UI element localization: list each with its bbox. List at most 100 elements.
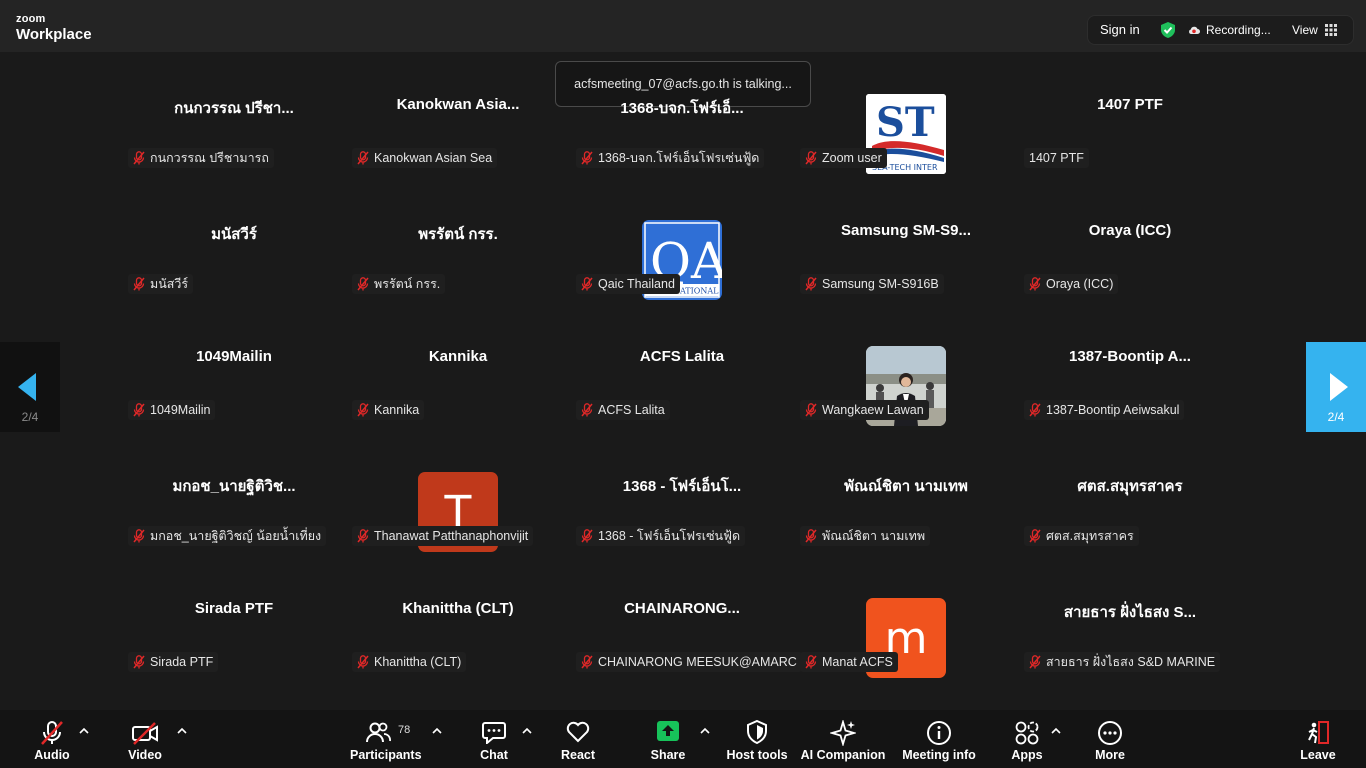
react-button[interactable]: React: [552, 710, 604, 768]
security-shield-icon[interactable]: [1159, 21, 1177, 39]
muted-mic-icon: [805, 655, 817, 669]
muted-mic-icon: [805, 403, 817, 417]
muted-mic-icon: [357, 151, 369, 165]
microphone-muted-icon: [41, 721, 63, 745]
muted-mic-icon: [1029, 529, 1041, 543]
participant-tile[interactable]: Samsung SM-S9... Samsung SM-S916B: [794, 198, 1018, 324]
more-label: More: [1095, 748, 1125, 762]
participant-name-tag: Sirada PTF: [128, 652, 219, 672]
meeting-info-button[interactable]: Meeting info: [900, 710, 978, 768]
participant-name: Samsung SM-S916B: [822, 277, 939, 291]
participant-tile[interactable]: 1407 PTF 1407 PTF: [1018, 72, 1242, 198]
participant-tile[interactable]: Khanittha (CLT) Khanittha (CLT): [346, 576, 570, 702]
participant-name-tag: พรรัตน์ กรร.: [352, 274, 446, 294]
participant-tile[interactable]: QA INTERNATIONAL Qaic Thailand: [570, 198, 794, 324]
video-label: Video: [128, 748, 162, 762]
participant-name: พัณณ์ชิตา นามเทพ: [822, 529, 926, 543]
leave-button[interactable]: Leave: [1294, 710, 1342, 768]
muted-mic-icon: [805, 277, 817, 291]
participants-button[interactable]: Participants: [350, 710, 422, 768]
sign-in-button[interactable]: Sign in: [1100, 16, 1140, 44]
video-off-icon: [132, 722, 158, 745]
participant-tile[interactable]: พัณณ์ชิตา นามเทพ พัณณ์ชิตา นามเทพ: [794, 450, 1018, 576]
participant-tile[interactable]: Kannika Kannika: [346, 324, 570, 450]
participant-tile[interactable]: กนกวรรณ ปรีชา... กนกวรรณ ปรีชามารถ: [122, 72, 346, 198]
view-button[interactable]: View: [1292, 16, 1318, 44]
previous-page-button[interactable]: 2/4: [0, 342, 60, 432]
participant-display-name: 1407 PTF: [1097, 96, 1163, 113]
participant-name: 1407 PTF: [1029, 151, 1084, 165]
audio-options-chevron-icon[interactable]: [79, 727, 89, 735]
more-dots-icon: [1098, 721, 1122, 745]
audio-label: Audio: [34, 748, 70, 762]
muted-mic-icon: [133, 403, 145, 417]
participant-name: Manat ACFS: [822, 655, 893, 669]
apps-icon: [1015, 721, 1039, 745]
participant-tile[interactable]: Wangkaew Lawan: [794, 324, 1018, 450]
participant-name-tag: Kanokwan Asian Sea: [352, 148, 498, 168]
participant-tile[interactable]: สายธาร ฝั่งไธสง S... สายธาร ฝั่งไธสง S&D …: [1018, 576, 1242, 702]
participant-tile[interactable]: ศตส.สมุทรสาคร ศตส.สมุทรสาคร: [1018, 450, 1242, 576]
audio-button[interactable]: Audio: [22, 710, 82, 768]
video-options-chevron-icon[interactable]: [177, 727, 187, 735]
apps-button[interactable]: Apps: [1003, 710, 1051, 768]
participant-name: 1049Mailin: [150, 403, 211, 417]
participant-tile[interactable]: Oraya (ICC) Oraya (ICC): [1018, 198, 1242, 324]
participant-tile[interactable]: 1049Mailin 1049Mailin: [122, 324, 346, 450]
participant-display-name: 1368 - โฟร์เอ็นโ...: [622, 478, 742, 495]
participant-display-name: CHAINARONG...: [624, 600, 740, 617]
participant-display-name: Khanittha (CLT): [402, 600, 514, 617]
muted-mic-icon: [805, 529, 817, 543]
participant-tile[interactable]: มนัสวีร์ มนัสวีร์: [122, 198, 346, 324]
recording-status[interactable]: Recording...: [1206, 16, 1271, 44]
participant-tile[interactable]: CHAINARONG... CHAINARONG MEESUK@AMARC: [570, 576, 802, 702]
participant-name: Kanokwan Asian Sea: [374, 151, 493, 165]
muted-mic-icon: [1029, 277, 1041, 291]
participant-name: ACFS Lalita: [598, 403, 665, 417]
participant-name-tag: Thanawat Patthanaphonvijit: [352, 526, 534, 546]
host-tools-button[interactable]: Host tools: [725, 710, 789, 768]
participant-name-tag: กนกวรรณ ปรีชามารถ: [128, 148, 274, 168]
apps-options-chevron-icon[interactable]: [1051, 727, 1061, 735]
brand-large: Workplace: [16, 26, 92, 43]
chat-button[interactable]: Chat: [468, 710, 520, 768]
share-options-chevron-icon[interactable]: [700, 727, 710, 735]
participant-name: ศตส.สมุทรสาคร: [1046, 529, 1134, 543]
participant-name: Kannika: [374, 403, 420, 417]
participant-tile[interactable]: มกอช_นายฐิติวิช... มกอช_นายฐิติวิชญ์ น้อย…: [122, 450, 346, 576]
chat-options-chevron-icon[interactable]: [522, 727, 532, 735]
more-button[interactable]: More: [1086, 710, 1134, 768]
share-button[interactable]: Share: [642, 710, 694, 768]
muted-mic-icon: [1029, 403, 1041, 417]
video-button[interactable]: Video: [115, 710, 175, 768]
participant-name: 1368-บจก.โฟร์เอ็นโฟรเซ่นฟู้ด: [598, 151, 760, 165]
participant-tile[interactable]: ACFS Lalita ACFS Lalita: [570, 324, 794, 450]
participant-display-name: Sirada PTF: [194, 600, 274, 617]
participant-tile[interactable]: 1387-Boontip A... 1387-Boontip Aeiwsakul: [1018, 324, 1242, 450]
grid-view-icon[interactable]: [1325, 24, 1337, 36]
participant-name-tag: มนัสวีร์: [128, 274, 194, 294]
muted-mic-icon: [357, 403, 369, 417]
participant-display-name: ACFS Lalita: [639, 348, 725, 365]
next-page-button[interactable]: 2/4: [1306, 342, 1366, 432]
participant-tile[interactable]: Sirada PTF Sirada PTF: [122, 576, 346, 702]
participants-count: 78: [398, 724, 411, 736]
participant-tile[interactable]: T Thanawat Patthanaphonvijit: [346, 450, 570, 576]
participants-options-chevron-icon[interactable]: [432, 727, 442, 735]
participant-name: 1368 - โฟร์เอ็นโฟรเซ่นฟู้ด: [598, 529, 741, 543]
participant-name: Oraya (ICC): [1046, 277, 1114, 291]
arrow-right-icon: [1330, 373, 1348, 401]
host-shield-icon: [747, 720, 767, 744]
participant-display-name: Kanokwan Asia...: [396, 96, 520, 113]
participant-tile[interactable]: 1368 - โฟร์เอ็นโ... 1368 - โฟร์เอ็นโฟรเซ่…: [570, 450, 794, 576]
participant-tile[interactable]: m Manat ACFS: [794, 576, 1018, 702]
participant-tile[interactable]: ST SEA-TECH INTER Zoom user: [794, 72, 1018, 198]
participant-tile[interactable]: 1368-บจก.โฟร์เอ็... 1368-บจก.โฟร์เอ็นโฟรเ…: [570, 72, 794, 198]
participant-name: 1387-Boontip Aeiwsakul: [1046, 403, 1180, 417]
muted-mic-icon: [1029, 655, 1041, 669]
participants-label: Participants: [350, 748, 422, 762]
participant-tile[interactable]: Kanokwan Asia... Kanokwan Asian Sea: [346, 72, 570, 198]
participant-display-name: พัณณ์ชิตา นามเทพ: [844, 478, 968, 495]
participant-tile[interactable]: พรรัตน์ กรร. พรรัตน์ กรร.: [346, 198, 570, 324]
ai-companion-button[interactable]: AI Companion: [800, 710, 886, 768]
